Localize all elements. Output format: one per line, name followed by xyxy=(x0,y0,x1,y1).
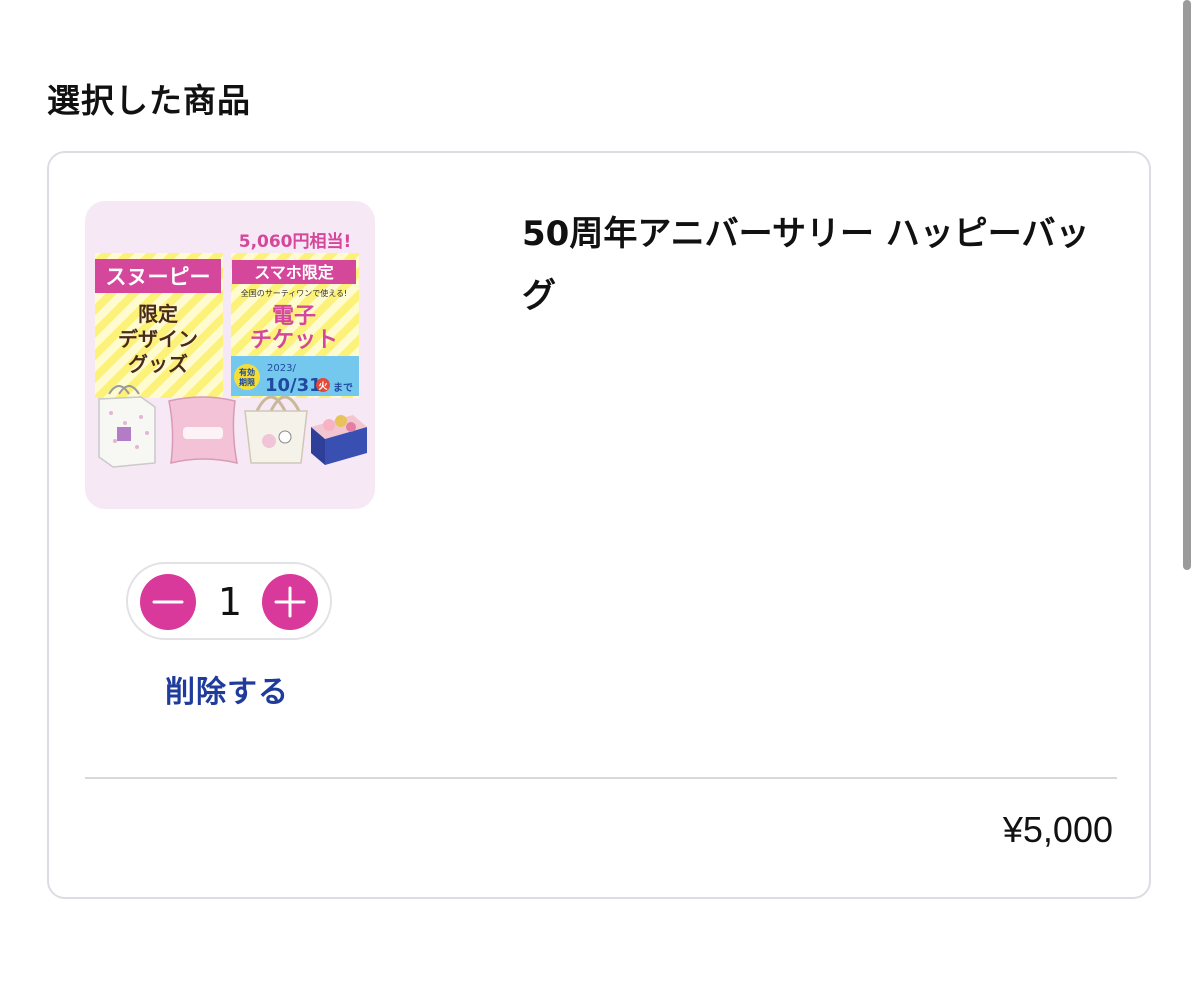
image-right-line1: 電子 xyxy=(272,304,316,329)
cart-item-card: スヌーピー 限定 デザイン グッズ 5,060円相当! スマホ限定 全国のサーテ… xyxy=(47,151,1151,899)
image-right-small: 全国のサーティワンで使える! xyxy=(241,288,348,298)
divider xyxy=(85,777,1117,779)
plus-icon xyxy=(274,586,306,618)
image-period-year: 2023/ xyxy=(267,363,296,374)
quantity-value: 1 xyxy=(217,580,243,624)
item-price: ¥5,000 xyxy=(1002,809,1113,850)
quantity-stepper: 1 xyxy=(126,562,332,640)
image-left-line1: 限定 xyxy=(138,302,178,326)
product-name[interactable]: 50周年アニバーサリー ハッピーバッグ xyxy=(522,203,1122,327)
image-left-title: スヌーピー xyxy=(106,265,211,289)
image-right-title: スマホ限定 xyxy=(254,263,334,282)
image-period-label2: 期限 xyxy=(239,377,255,387)
minus-icon xyxy=(152,600,184,604)
image-period-label1: 有効 xyxy=(239,367,255,377)
decrement-button[interactable] xyxy=(140,574,196,630)
image-ribbon-text: 5,060円相当! xyxy=(239,231,352,252)
image-period-date: 10/31 xyxy=(265,375,322,396)
image-right-line2: チケット xyxy=(250,328,338,353)
image-period-dow: 火 xyxy=(318,381,328,392)
scrollbar[interactable] xyxy=(1183,0,1191,570)
product-image[interactable]: スヌーピー 限定 デザイン グッズ 5,060円相当! スマホ限定 全国のサーテ… xyxy=(85,201,375,509)
increment-button[interactable] xyxy=(262,574,318,630)
section-title: 選択した商品 xyxy=(47,81,251,120)
image-period-suffix: まで xyxy=(333,382,353,394)
delete-link[interactable]: 削除する xyxy=(165,667,289,711)
image-left-line3: グッズ xyxy=(128,352,188,376)
image-left-line2: デザイン xyxy=(118,327,198,351)
